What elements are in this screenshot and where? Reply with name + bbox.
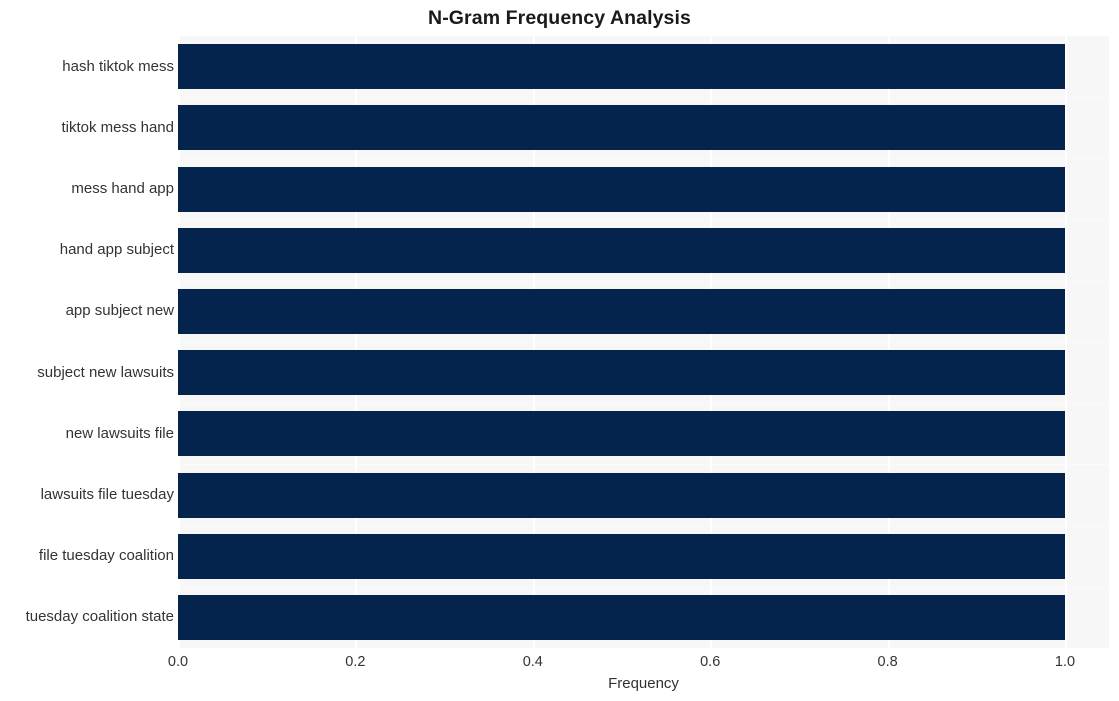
y-axis-tick-label: tiktok mess hand [61,119,174,136]
y-axis-tick-label: app subject new [65,302,174,319]
y-gridline [178,464,1109,465]
bar [178,534,1065,579]
x-axis-tick-label: 1.0 [1054,654,1076,670]
x-axis-tick-label: 0.6 [700,654,721,670]
plot-area [178,36,1109,648]
y-axis-tick-labels: hash tiktok mess tiktok mess hand mess han… [0,36,174,648]
chart-title: N-Gram Frequency Analysis [428,7,691,29]
y-axis-tick-label: tuesday coalition state [25,608,174,625]
chart-figure: N-Gram Frequency Analysis hash tiktok me… [0,0,1119,701]
bar [178,44,1065,89]
y-gridline [178,97,1109,98]
y-gridline [178,342,1109,343]
bar [178,350,1065,395]
y-axis-tick-label: hash tiktok mess [62,58,174,75]
y-axis-tick-label: mess hand app [71,180,174,197]
bar [178,105,1065,150]
bar [178,473,1065,518]
bar [178,167,1065,212]
y-gridline [178,526,1109,527]
y-axis-tick-label: subject new lawsuits [37,364,174,381]
y-axis-tick-label: new lawsuits file [65,425,174,442]
y-gridline [178,403,1109,404]
y-gridline [178,587,1109,588]
y-gridline [178,158,1109,159]
y-axis-tick-label: hand app subject [59,241,174,258]
bar [178,411,1065,456]
x-axis-tick-label: 0.4 [522,654,543,670]
y-gridline [178,281,1109,282]
y-axis-tick-label: lawsuits file tuesday [40,486,174,503]
x-axis-tick-label: 0.2 [345,654,366,670]
bar [178,289,1065,334]
x-axis-tick-label: 0.8 [877,654,898,670]
x-axis-tick-labels: 0.0 0.2 0.4 0.6 0.8 1.0 [0,652,1119,674]
x-axis-tick-label: 0.0 [167,654,189,670]
x-axis-title: Frequency [608,675,679,692]
bar [178,228,1065,273]
bar [178,595,1065,640]
y-gridline [178,220,1109,221]
y-axis-tick-label: file tuesday coalition [38,547,174,564]
